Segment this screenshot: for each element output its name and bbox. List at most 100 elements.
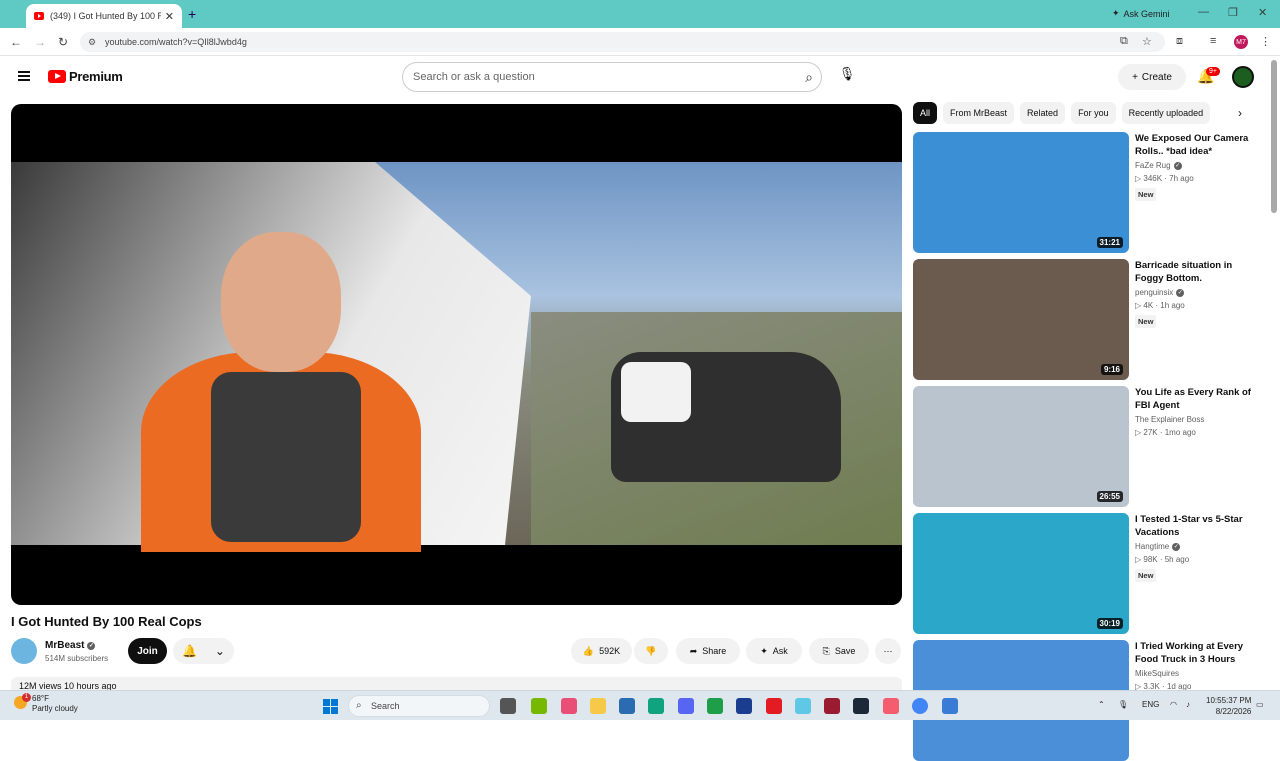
recommendation-channel[interactable]: FaZe Rug ✓ bbox=[1135, 161, 1182, 170]
app-icon-square[interactable] bbox=[942, 698, 958, 714]
recommendation-card[interactable]: 31:21 We Exposed Our Camera Rolls.. *bad … bbox=[913, 132, 1263, 253]
recommendation-title[interactable]: Barricade situation in Foggy Bottom. bbox=[1135, 259, 1263, 285]
wifi-icon[interactable]: ◠ bbox=[1170, 700, 1177, 709]
task-view-icon[interactable] bbox=[500, 698, 516, 714]
back-icon[interactable]: ← bbox=[10, 35, 22, 49]
verified-icon: ✓ bbox=[87, 641, 96, 650]
reload-icon[interactable]: ↻ bbox=[58, 35, 68, 49]
system-clock[interactable]: 10:55:37 PM 8/22/2026 bbox=[1206, 695, 1251, 717]
recommendation-channel[interactable]: penguinsix ✓ bbox=[1135, 288, 1185, 297]
browser-tab-strip: (349) I Got Hunted By 100 Real ✕ + ✦ Ask… bbox=[0, 0, 1280, 28]
recommendation-title[interactable]: We Exposed Our Camera Rolls.. *bad idea* bbox=[1135, 132, 1263, 158]
video-person bbox=[101, 232, 421, 552]
video-thumbnail[interactable]: 30:19 bbox=[913, 513, 1129, 634]
app-icon-blue[interactable] bbox=[736, 698, 752, 714]
new-tab-button[interactable]: + bbox=[188, 6, 196, 22]
recommendation-card[interactable]: 9:16 Barricade situation in Foggy Bottom.… bbox=[913, 259, 1263, 380]
bookmark-icon: ⎘ bbox=[822, 645, 830, 656]
create-label: Create bbox=[1141, 71, 1172, 83]
browser-menu-icon[interactable]: ⋮ bbox=[1260, 35, 1271, 48]
outlook-icon[interactable] bbox=[619, 698, 635, 714]
microphone-icon[interactable]: 🎙 bbox=[837, 66, 857, 86]
app-icon-a[interactable] bbox=[824, 698, 840, 714]
menu-icon[interactable] bbox=[18, 71, 30, 81]
site-info-icon[interactable]: ⚙ bbox=[88, 37, 96, 48]
recommendation-title[interactable]: I Tested 1-Star vs 5-Star Vacations bbox=[1135, 513, 1263, 539]
search-input[interactable]: Search or ask a question ⌕ bbox=[402, 62, 822, 92]
recommendation-title[interactable]: I Tried Working at Every Food Truck in 3… bbox=[1135, 640, 1263, 666]
ask-button[interactable]: ✦ Ask bbox=[746, 638, 802, 664]
language-indicator[interactable]: ENG bbox=[1142, 700, 1159, 709]
video-player[interactable] bbox=[11, 104, 902, 605]
subscription-bell-button[interactable]: 🔔 ⌄ bbox=[173, 638, 234, 664]
music-icon[interactable] bbox=[883, 698, 899, 714]
windows-start-icon[interactable] bbox=[323, 699, 338, 714]
recommendation-channel[interactable]: MikeSquires bbox=[1135, 669, 1179, 678]
forward-icon[interactable]: → bbox=[34, 35, 46, 49]
address-bar[interactable]: ⚙ youtube.com/watch?v=QIl8lJwbd4g ⧉ ☆ bbox=[80, 32, 1165, 52]
media-control-icon[interactable]: ≡ bbox=[1210, 35, 1216, 47]
weather-widget[interactable]: 1 68°F Partly cloudy bbox=[14, 693, 78, 714]
chrome-icon[interactable] bbox=[912, 698, 928, 714]
video-duration: 30:19 bbox=[1096, 618, 1123, 629]
channel-avatar[interactable] bbox=[11, 638, 37, 664]
save-button[interactable]: ⎘ Save bbox=[809, 638, 869, 664]
more-actions-button[interactable]: ⋯ bbox=[875, 638, 901, 664]
extensions-icon[interactable]: ⧈ bbox=[1176, 35, 1183, 48]
recommendation-card[interactable]: 26:55 You Life as Every Rank of FBI Agent… bbox=[913, 386, 1263, 507]
join-button[interactable]: Join bbox=[128, 638, 167, 664]
channel-name[interactable]: MrBeast ✓ bbox=[45, 640, 96, 651]
minimize-icon[interactable]: — bbox=[1198, 6, 1209, 18]
chip-related[interactable]: Related bbox=[1020, 102, 1066, 124]
browser-tab[interactable]: (349) I Got Hunted By 100 Real ✕ bbox=[26, 4, 182, 28]
share-button[interactable]: ➦ Share bbox=[676, 638, 740, 664]
share-icon: ➦ bbox=[689, 645, 698, 656]
file-explorer-icon[interactable] bbox=[590, 698, 606, 714]
cast-icon[interactable]: ⧉ bbox=[1120, 35, 1128, 48]
chip-recently-uploaded[interactable]: Recently uploaded bbox=[1121, 102, 1211, 124]
discord-icon[interactable] bbox=[678, 698, 694, 714]
app-icon-f[interactable] bbox=[795, 698, 811, 714]
description-box[interactable]: 12M views 10 hours ago bbox=[11, 677, 902, 691]
taskbar-search-label: Search bbox=[371, 701, 400, 711]
volume-icon[interactable]: ♪ bbox=[1186, 700, 1190, 709]
dislike-button[interactable]: 👎 bbox=[634, 638, 668, 664]
youtube-play-icon bbox=[48, 70, 66, 83]
taskbar-search[interactable]: ⌕ Search bbox=[348, 695, 490, 717]
browser-profile-avatar[interactable]: M7 bbox=[1234, 35, 1248, 49]
video-thumbnail[interactable]: 31:21 bbox=[913, 132, 1129, 253]
app-icon-green[interactable] bbox=[707, 698, 723, 714]
recommendation-card[interactable]: 30:19 I Tested 1-Star vs 5-Star Vacations… bbox=[913, 513, 1263, 634]
restore-icon[interactable]: ❐ bbox=[1228, 6, 1238, 19]
bookmark-star-icon[interactable]: ☆ bbox=[1142, 35, 1152, 48]
youtube-logo[interactable]: Premium bbox=[48, 69, 123, 84]
notification-center-icon[interactable]: ▭ bbox=[1256, 700, 1264, 709]
copilot-icon[interactable] bbox=[561, 698, 577, 714]
chip-from-channel[interactable]: From MrBeast bbox=[943, 102, 1015, 124]
account-avatar[interactable] bbox=[1232, 66, 1254, 88]
recommendation-channel[interactable]: Hangtime ✓ bbox=[1135, 542, 1181, 551]
edge-icon[interactable] bbox=[648, 698, 664, 714]
nvidia-icon[interactable] bbox=[531, 698, 547, 714]
video-thumbnail[interactable]: 26:55 bbox=[913, 386, 1129, 507]
steam-icon[interactable] bbox=[853, 698, 869, 714]
close-tab-icon[interactable]: ✕ bbox=[165, 10, 174, 23]
ask-gemini-button[interactable]: ✦ Ask Gemini bbox=[1112, 8, 1170, 19]
plus-icon: + bbox=[1132, 71, 1138, 83]
chip-for-you[interactable]: For you bbox=[1071, 102, 1116, 124]
video-thumbnail[interactable]: 9:16 bbox=[913, 259, 1129, 380]
search-icon[interactable]: ⌕ bbox=[805, 69, 813, 86]
like-button[interactable]: 👍 592K bbox=[571, 638, 632, 664]
recommendation-title[interactable]: You Life as Every Rank of FBI Agent bbox=[1135, 386, 1263, 412]
opera-icon[interactable] bbox=[766, 698, 782, 714]
recommendation-meta: ▷ 346K · 7h ago bbox=[1135, 174, 1194, 183]
chevron-right-icon[interactable]: › bbox=[1238, 106, 1242, 120]
page-scrollbar[interactable] bbox=[1271, 60, 1277, 213]
create-button[interactable]: + Create bbox=[1118, 64, 1186, 90]
chip-all[interactable]: All bbox=[913, 102, 938, 124]
close-window-icon[interactable]: ✕ bbox=[1258, 6, 1267, 19]
tray-mic-icon[interactable]: 🎙 bbox=[1118, 700, 1128, 709]
tray-chevron-icon[interactable]: ⌃ bbox=[1098, 700, 1105, 709]
recommendation-channel[interactable]: The Explainer Boss bbox=[1135, 415, 1204, 424]
sparkle-icon: ✦ bbox=[760, 645, 768, 656]
